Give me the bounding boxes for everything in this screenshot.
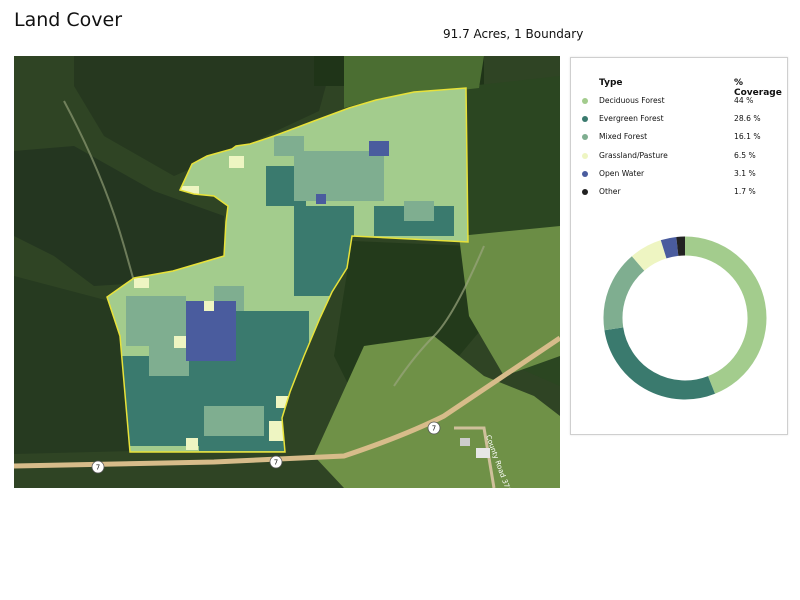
donut-segment bbox=[660, 236, 679, 259]
cover-cell bbox=[229, 311, 289, 351]
legend-value: 6.5 % bbox=[734, 150, 756, 160]
legend-swatch bbox=[582, 116, 588, 123]
page-title: Land Cover bbox=[14, 9, 123, 31]
legend-row: Other 1.7 % bbox=[571, 186, 787, 204]
donut-segment bbox=[604, 327, 715, 400]
legend-swatch bbox=[582, 170, 588, 177]
cover-cell bbox=[274, 136, 304, 156]
legend-swatch bbox=[582, 134, 588, 141]
legend-row: Grassland/Pasture 6.5 % bbox=[571, 150, 787, 168]
cover-cell bbox=[316, 194, 326, 204]
legend-row: Open Water 3.1 % bbox=[571, 168, 787, 186]
svg-text:7: 7 bbox=[274, 459, 278, 467]
road-shield: 7 bbox=[91, 460, 105, 474]
satellite-map[interactable]: 7 7 7 County Road 373 bbox=[14, 56, 560, 488]
cover-cell bbox=[344, 166, 384, 196]
legend-value: 16.1 % bbox=[734, 132, 761, 142]
donut-segment bbox=[631, 240, 667, 271]
area-summary: 91.7 Acres, 1 Boundary bbox=[443, 27, 584, 41]
road-shield: 7 bbox=[427, 421, 441, 435]
cover-cell bbox=[164, 391, 204, 441]
legend-swatch bbox=[582, 98, 588, 104]
cover-cell bbox=[369, 141, 389, 156]
cover-cell bbox=[404, 201, 434, 221]
legend-header-type: Type bbox=[599, 78, 623, 88]
building bbox=[460, 438, 470, 446]
legend-value: 28.6 % bbox=[734, 114, 761, 124]
legend-label: Open Water bbox=[599, 168, 645, 178]
svg-text:7: 7 bbox=[96, 464, 100, 472]
legend-list: Deciduous Forest 44 % Evergreen Forest 2… bbox=[571, 95, 787, 204]
coverage-donut-chart bbox=[603, 236, 767, 400]
legend-label: Deciduous Forest bbox=[599, 96, 665, 105]
legend-label: Grassland/Pasture bbox=[599, 150, 668, 160]
legend-label: Other bbox=[599, 186, 621, 196]
legend-row: Deciduous Forest 44 % bbox=[571, 95, 787, 113]
legend-value: 3.1 % bbox=[734, 168, 756, 178]
legend-value: 1.7 % bbox=[734, 186, 756, 196]
legend-swatch bbox=[582, 188, 588, 195]
legend-row: Mixed Forest 16.1 % bbox=[571, 131, 787, 149]
building bbox=[476, 448, 490, 458]
cover-cell bbox=[204, 301, 214, 311]
svg-text:7: 7 bbox=[432, 425, 436, 433]
cover-cell bbox=[174, 336, 186, 348]
donut-segment bbox=[603, 256, 645, 331]
cover-cell bbox=[134, 278, 149, 288]
cover-cell bbox=[149, 346, 189, 376]
donut-segment bbox=[684, 236, 767, 394]
legend-swatch bbox=[582, 152, 588, 159]
cover-cell bbox=[229, 156, 244, 168]
legend-value: 44 % bbox=[734, 96, 754, 105]
road-shield: 7 bbox=[269, 455, 283, 469]
cover-cell bbox=[204, 406, 264, 436]
legend-row: Evergreen Forest 28.6 % bbox=[571, 113, 787, 131]
legend-label: Evergreen Forest bbox=[599, 114, 664, 124]
legend-panel: Type % Coverage Deciduous Forest 44 % Ev… bbox=[570, 57, 788, 435]
legend-label: Mixed Forest bbox=[599, 132, 648, 142]
cover-cell bbox=[186, 438, 198, 450]
